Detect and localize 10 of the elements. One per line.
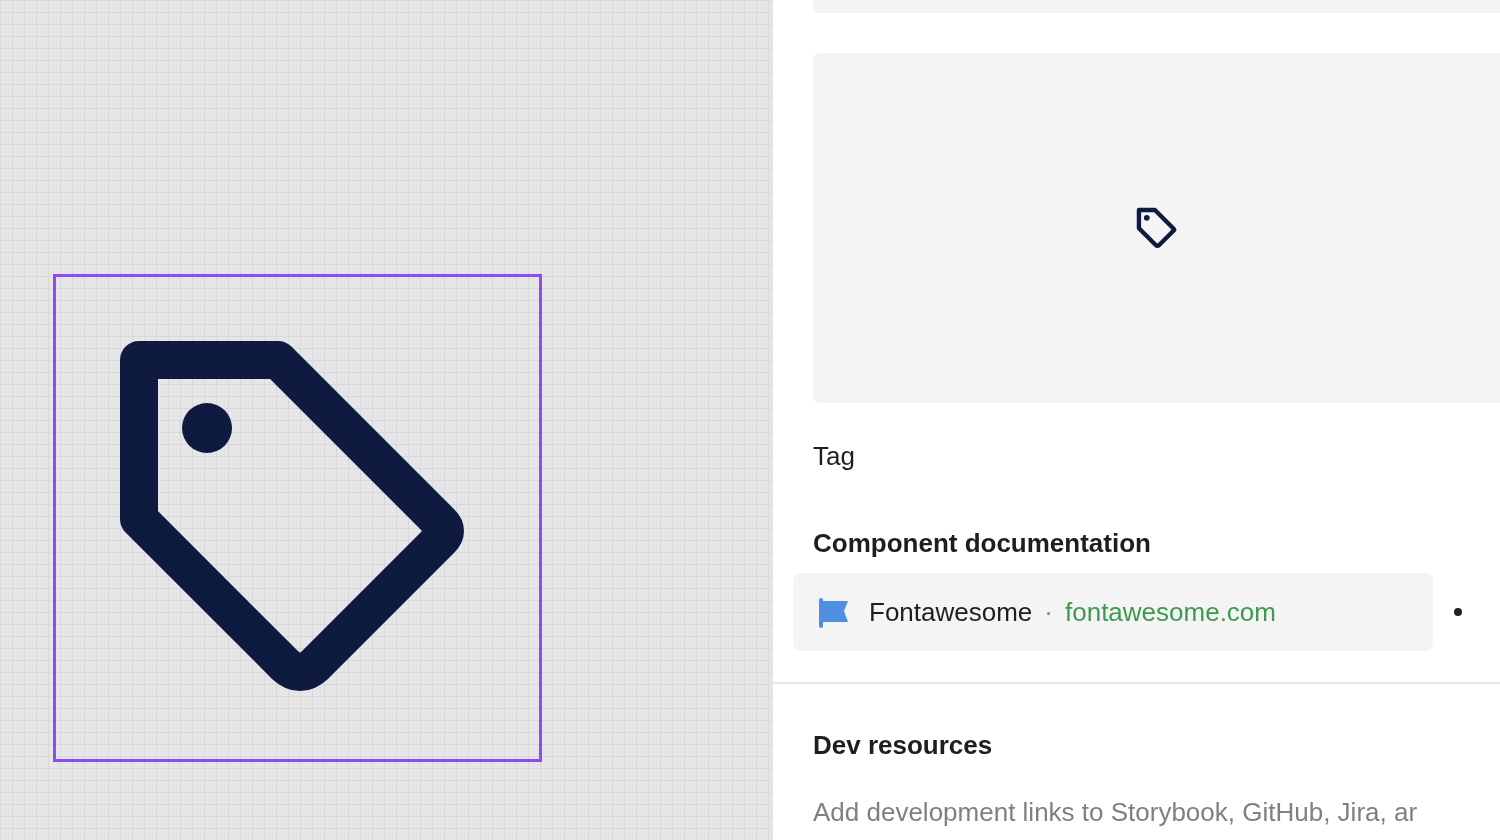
link-name: Fontawesome (869, 596, 1033, 628)
separator: · (1044, 596, 1053, 628)
component-name: Tag (813, 441, 855, 472)
hint-text: Add development links to Storybook, GitHub, Jira, ar (813, 797, 1418, 828)
flag-icon (817, 596, 849, 628)
section-heading: Dev resources (813, 730, 993, 761)
section-heading: Component documentation (813, 528, 1151, 559)
documentation-link[interactable]: Fontawesome · fontawesome.com (793, 573, 1433, 651)
tag-icon (53, 274, 542, 762)
more-icon[interactable] (1454, 608, 1462, 616)
